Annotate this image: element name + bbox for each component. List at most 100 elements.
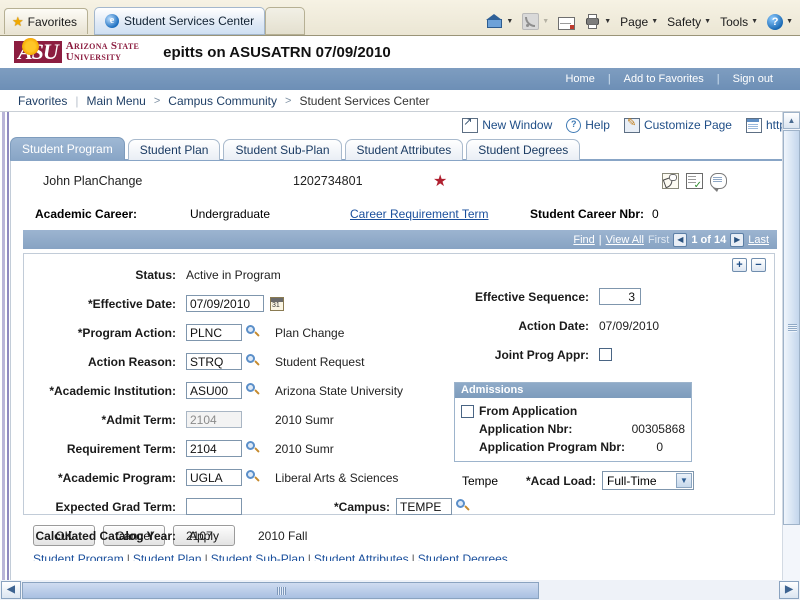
row-position: 1 of 14 [691, 233, 727, 246]
from-application-checkbox[interactable] [461, 404, 474, 418]
find-link[interactable]: Find [573, 234, 594, 246]
lookup-icon[interactable] [246, 441, 261, 456]
lookup-icon[interactable] [246, 470, 261, 485]
footer-link-student-attributes[interactable]: Student Attributes [314, 552, 409, 561]
chevron-down-icon: ▼ [506, 18, 514, 25]
checklist-icon[interactable] [686, 173, 703, 191]
feeds-button[interactable]: ▼ [519, 11, 552, 32]
home-button[interactable]: ▼ [483, 11, 516, 32]
student-id: 1202734801 [293, 174, 363, 188]
campus-input[interactable] [396, 498, 453, 515]
header-link-home[interactable]: Home [552, 73, 607, 85]
breadcrumb-campus-community[interactable]: Campus Community [160, 94, 285, 108]
academic-program-input[interactable] [186, 469, 242, 486]
acad-load-value: Full-Time [607, 473, 657, 488]
lookup-icon[interactable] [246, 383, 261, 398]
requirement-term-input[interactable] [186, 440, 242, 457]
calculated-catalog-year-row: Calculated Catalog Year: 2107 2010 Fall [24, 521, 774, 550]
help-link[interactable]: ? Help [566, 117, 610, 133]
new-window-link[interactable]: New Window [462, 115, 552, 133]
from-application-row: From Application [461, 402, 685, 420]
browser-new-tab[interactable] [265, 7, 306, 35]
previous-row-icon[interactable]: ◀ [673, 232, 688, 247]
effective-date-input[interactable] [186, 295, 264, 312]
tab-label: Student Attributes [356, 143, 452, 157]
header-link-sign-out[interactable]: Sign out [720, 73, 786, 85]
tab-student-degrees[interactable]: Student Degrees [466, 139, 581, 160]
scroll-right-icon[interactable]: ▶ [779, 581, 799, 599]
printer-icon [584, 13, 601, 30]
vertical-scrollbar-thumb[interactable] [783, 130, 800, 525]
favorites-label: Favorites [27, 14, 78, 29]
tab-student-attributes[interactable]: Student Attributes [344, 139, 464, 160]
horizontal-scrollbar-thumb[interactable] [22, 581, 539, 599]
comment-bubble-icon[interactable] [710, 173, 727, 192]
first-label: First [647, 233, 670, 246]
asu-logo-line2: University [65, 51, 122, 63]
scroll-up-icon[interactable]: ▲ [783, 112, 800, 129]
admissions-title: Admissions [455, 383, 691, 398]
header-link-add-to-favorites[interactable]: Add to Favorites [611, 73, 717, 85]
contact-icon[interactable] [662, 173, 679, 189]
action-date-label: Action Date: [518, 318, 589, 333]
program-action-input[interactable] [186, 324, 242, 341]
tab-bar: Student Program Student Plan Student Sub… [10, 136, 800, 160]
print-button[interactable]: ▼ [581, 11, 614, 32]
joint-prog-appr-checkbox[interactable] [599, 348, 612, 361]
calendar-icon[interactable] [270, 296, 284, 311]
breadcrumb-favorites[interactable]: Favorites [10, 94, 75, 108]
joint-prog-appr-row: Joint Prog Appr: [454, 340, 784, 369]
chevron-down-icon: ▼ [542, 18, 550, 25]
admissions-body: From Application Application Nbr: 003058… [455, 398, 691, 461]
safety-menu-label: Safety [667, 14, 702, 29]
lookup-icon[interactable] [246, 354, 261, 369]
vertical-scrollbar[interactable]: ▲ ▼ [782, 112, 800, 600]
footer-link-student-degrees[interactable]: Student Degrees [418, 552, 508, 561]
footer-link-student-sub-plan[interactable]: Student Sub-Plan [211, 552, 305, 561]
effective-sequence-input[interactable] [599, 288, 641, 305]
action-reason-label: Action Reason: [87, 354, 176, 369]
help-icon: ? [767, 13, 784, 30]
academic-career-value: Undergraduate [190, 207, 271, 221]
expected-grad-term-input[interactable] [186, 498, 242, 515]
browser-toolbar: ▼ ▼ ▼ Page ▼ Safety ▼ Tools ▼ ? ▼ [483, 11, 796, 32]
mail-button[interactable] [555, 12, 578, 32]
lookup-icon[interactable] [246, 325, 261, 340]
browser-chrome: ★ Favorites e Student Services Center ▼ … [0, 0, 800, 36]
browser-tab-student-services-center[interactable]: e Student Services Center [94, 7, 266, 35]
effective-date-label: *Effective Date: [87, 296, 176, 311]
tab-student-plan[interactable]: Student Plan [127, 139, 221, 160]
career-requirement-term-link[interactable]: Career Requirement Term [350, 207, 489, 221]
view-all-link[interactable]: View All [606, 234, 644, 246]
student-name: John PlanChange [43, 174, 143, 188]
academic-program-description: Liberal Arts & Sciences [275, 470, 399, 485]
action-reason-input[interactable] [186, 353, 242, 370]
breadcrumb-main-menu[interactable]: Main Menu [78, 94, 153, 108]
service-indicator-star-icon[interactable]: ★ [433, 171, 603, 191]
page-body: New Window ? Help Customize Page http St… [0, 112, 800, 600]
customize-page-link[interactable]: Customize Page [623, 116, 732, 133]
scroll-left-icon[interactable]: ◀ [1, 581, 21, 599]
tab-student-sub-plan[interactable]: Student Sub-Plan [223, 139, 342, 160]
next-row-icon[interactable]: ▶ [730, 232, 745, 247]
lookup-icon[interactable] [456, 499, 471, 514]
tools-menu[interactable]: Tools ▼ [717, 13, 761, 31]
calculated-catalog-year-label: Calculated Catalog Year: [35, 528, 177, 543]
academic-institution-input[interactable] [186, 382, 242, 399]
acad-load-select[interactable]: Full-Time ▼ [602, 471, 695, 490]
footer-link-student-plan[interactable]: Student Plan [133, 552, 202, 561]
favorites-button[interactable]: ★ Favorites [4, 8, 89, 34]
status-label: Status: [135, 267, 176, 282]
http-link[interactable]: http [745, 117, 786, 133]
footer-link-student-program[interactable]: Student Program [33, 552, 124, 561]
horizontal-scrollbar[interactable]: ◀ ▶ [0, 580, 800, 600]
page-menu[interactable]: Page ▼ [617, 13, 661, 31]
safety-menu[interactable]: Safety ▼ [664, 13, 714, 31]
chevron-down-icon: ▼ [651, 18, 659, 25]
tab-student-program[interactable]: Student Program [10, 137, 125, 160]
student-career-nbr-label: Student Career Nbr: [530, 207, 645, 221]
divider: | [126, 552, 130, 561]
browser-tab-label: Student Services Center [124, 14, 255, 28]
last-link[interactable]: Last [748, 234, 769, 246]
help-menu[interactable]: ? ▼ [764, 12, 796, 32]
